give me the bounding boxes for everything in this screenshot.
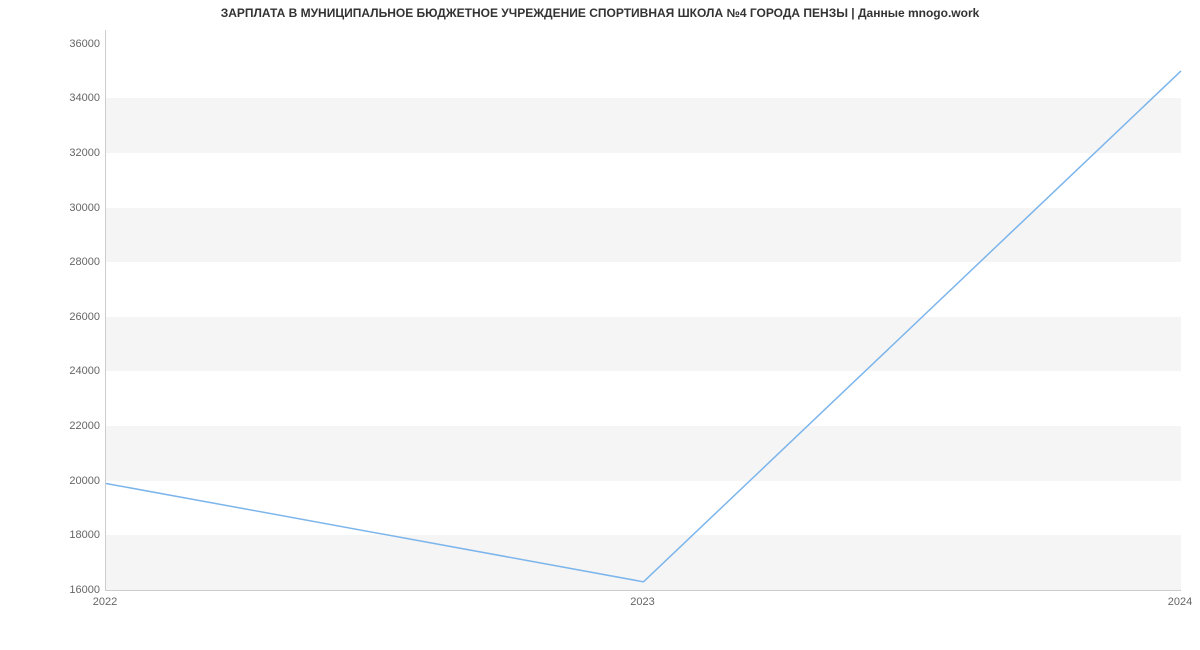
x-tick-label: 2024 [1168,596,1192,608]
y-tick-label: 32000 [50,147,100,159]
y-tick-label: 30000 [50,202,100,214]
y-tick-label: 16000 [50,584,100,596]
y-tick-label: 24000 [50,365,100,377]
x-tick-label: 2023 [630,596,654,608]
y-tick-label: 34000 [50,92,100,104]
chart-title: ЗАРПЛАТА В МУНИЦИПАЛЬНОЕ БЮДЖЕТНОЕ УЧРЕЖ… [0,6,1200,20]
y-tick-label: 36000 [50,38,100,50]
chart-container: ЗАРПЛАТА В МУНИЦИПАЛЬНОЕ БЮДЖЕТНОЕ УЧРЕЖ… [0,0,1200,650]
x-tick-label: 2022 [93,596,117,608]
y-tick-label: 22000 [50,420,100,432]
y-tick-label: 26000 [50,311,100,323]
y-tick-label: 18000 [50,529,100,541]
y-tick-label: 20000 [50,475,100,487]
y-tick-label: 28000 [50,256,100,268]
data-line [106,30,1181,590]
plot-area [105,30,1181,591]
